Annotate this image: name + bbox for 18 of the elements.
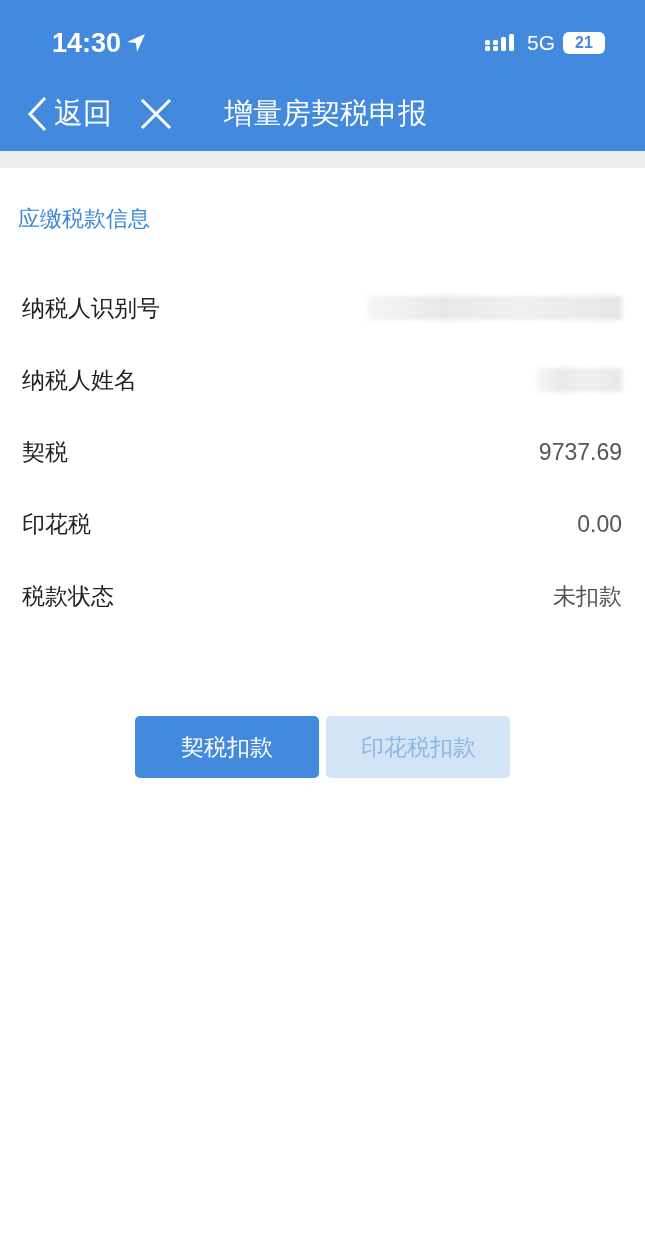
- field-label: 纳税人姓名: [22, 365, 137, 395]
- back-chevron-icon: [26, 96, 48, 132]
- deduct-button[interactable]: 契税扣款: [135, 716, 319, 778]
- field-label: 契税: [22, 437, 68, 467]
- field-value: 未扣款: [553, 581, 622, 611]
- status-time: 14:30: [52, 27, 122, 59]
- field-label: 印花税: [22, 509, 91, 539]
- field-value: 9737.69: [538, 438, 622, 466]
- close-icon[interactable]: [140, 98, 172, 130]
- back-button[interactable]: 返回: [26, 94, 112, 134]
- page-title: 增量房契税申报: [224, 95, 427, 132]
- field-value: 0.00: [577, 510, 622, 538]
- battery-icon: 21: [563, 32, 605, 54]
- location-arrow-icon: [125, 32, 148, 54]
- field-label: 纳税人识别号: [22, 293, 160, 323]
- section-title: 应缴税款信息: [17, 205, 151, 233]
- network-label: 5G: [527, 31, 555, 55]
- field-label: 税款状态: [22, 581, 114, 611]
